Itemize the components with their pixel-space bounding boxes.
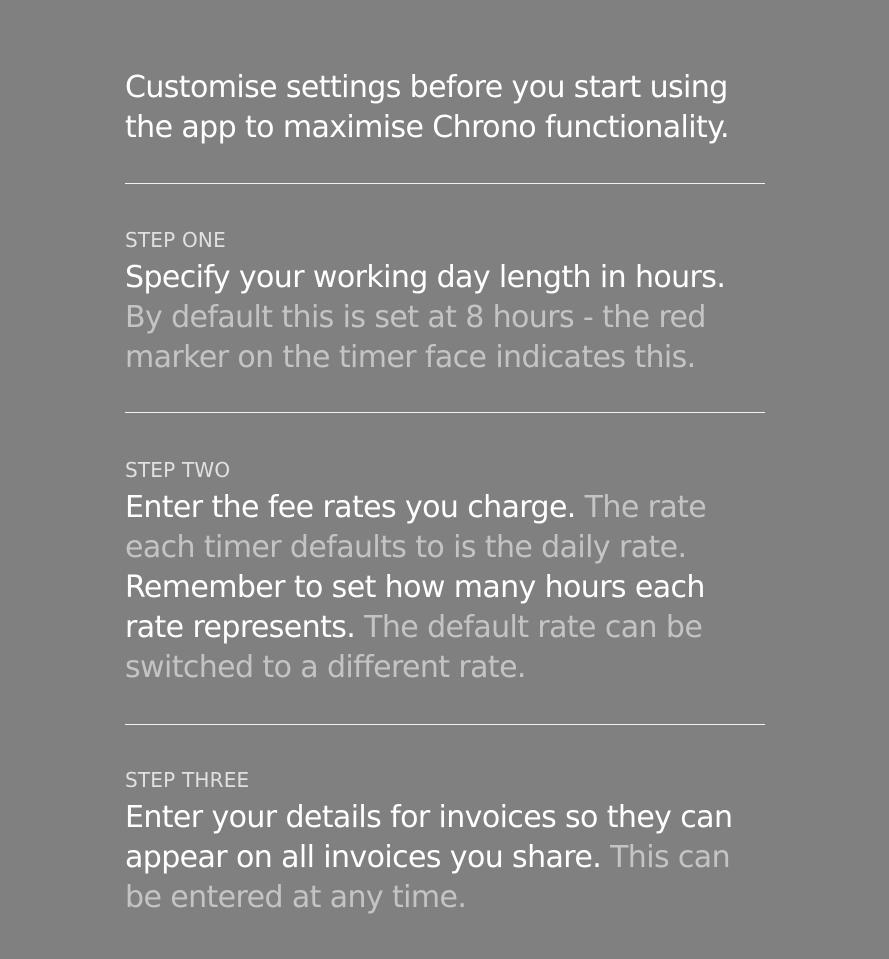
step-two: STEP TWO Enter the fee rates you charge.… [125,458,765,688]
step-two-body: Enter the fee rates you charge. The rate… [125,488,765,688]
divider-1 [125,183,765,184]
intro-text: Customise settings before you start usin… [125,70,730,145]
step-one: STEP ONE Specify your working day length… [125,228,765,378]
step-one-detail: By default this is set at 8 hours - the … [125,300,706,375]
step-one-label: STEP ONE [125,228,226,252]
step-three-label: STEP THREE [125,768,250,792]
divider-3 [125,724,765,725]
step-two-label: STEP TWO [125,458,231,482]
step-one-body: Specify your working day length in hours… [125,258,765,378]
step-two-highlight-1: Enter the fee rates you charge. [125,490,576,525]
step-one-highlight: Specify your working day length in hours… [125,260,726,295]
divider-2 [125,412,765,413]
step-three: STEP THREE Enter your details for invoic… [125,768,765,918]
step-three-body: Enter your details for invoices so they … [125,798,765,918]
